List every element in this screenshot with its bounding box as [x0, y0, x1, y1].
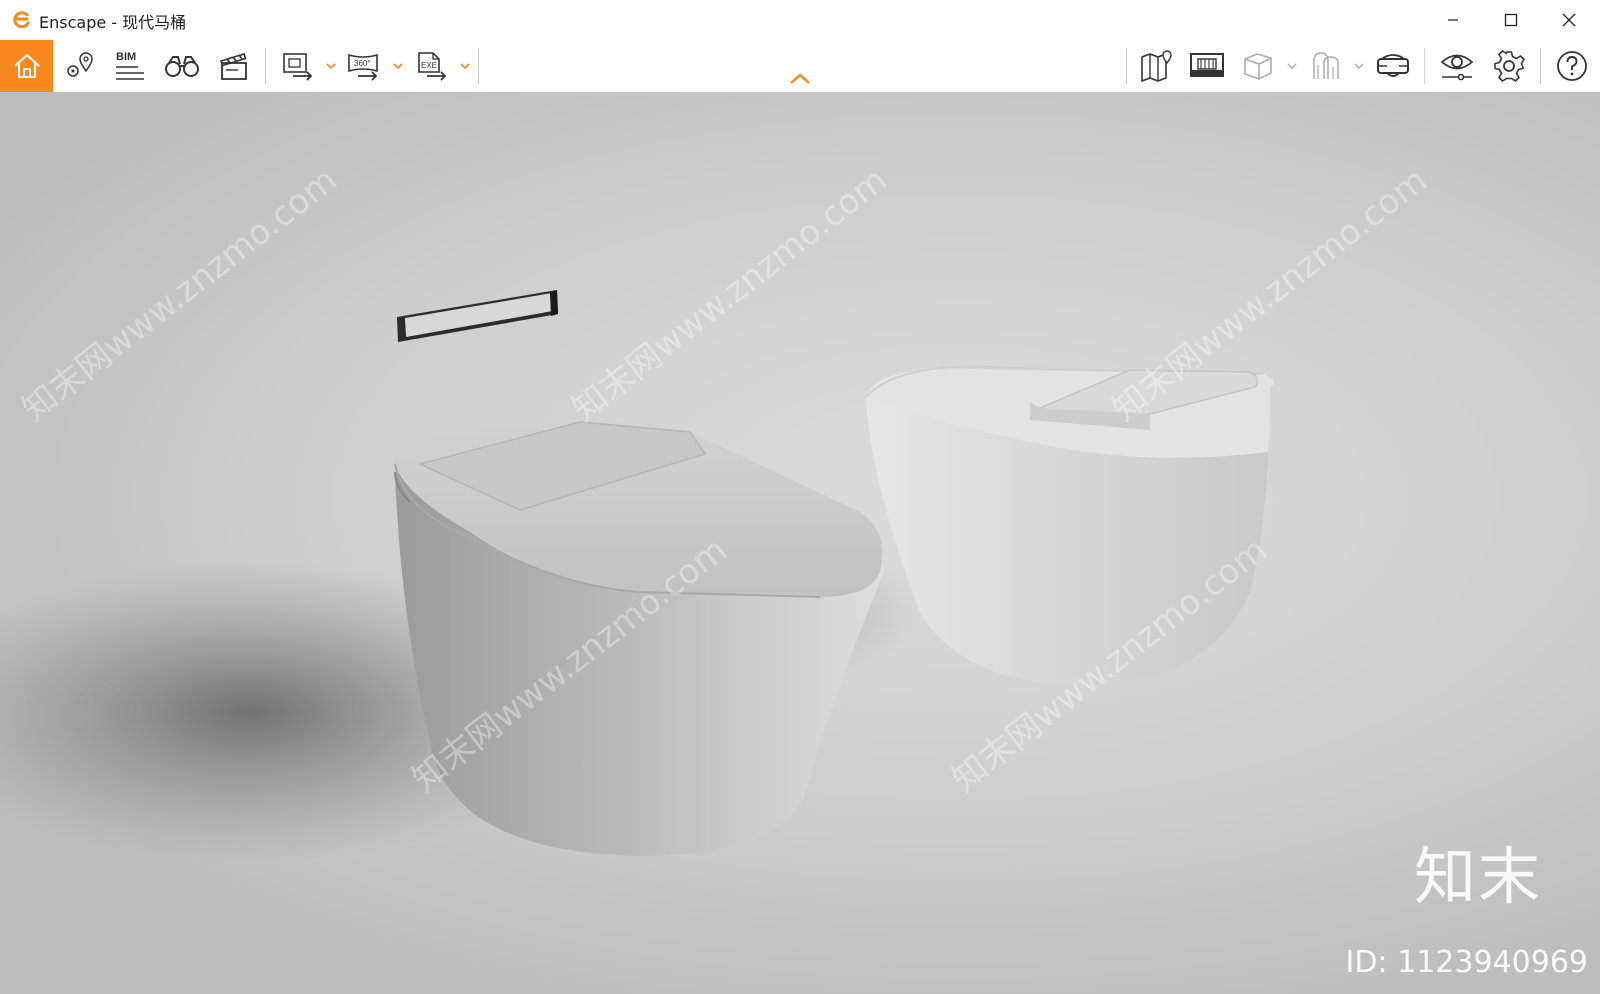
help-icon [1557, 51, 1587, 81]
watermark-brand: 知末 [1413, 840, 1542, 913]
toolbar-separator [265, 48, 266, 84]
maximize-button[interactable] [1482, 0, 1540, 40]
asset-library-button[interactable] [1186, 40, 1228, 92]
maximize-icon [1504, 13, 1518, 27]
home-button[interactable] [0, 40, 53, 92]
close-button[interactable] [1540, 0, 1598, 40]
toolbar-separator [1126, 48, 1127, 84]
watermark-id: ID: 1123940969 [1345, 945, 1588, 980]
ghost-mode-dropdown-icon[interactable] [1353, 60, 1365, 72]
binoculars-icon [165, 56, 199, 77]
toilet-model-left [394, 421, 884, 856]
settings-button[interactable] [1488, 40, 1530, 92]
cube-view-button[interactable] [1238, 40, 1278, 92]
map-button[interactable] [1136, 40, 1178, 92]
exe-export-button[interactable]: EXE [412, 40, 452, 92]
clapperboard-icon [219, 53, 247, 80]
control-panel-model [397, 290, 558, 342]
cube-view-dropdown-icon[interactable] [1286, 60, 1298, 72]
exe-dropdown-icon[interactable] [459, 60, 471, 72]
render-export-dropdown-icon[interactable] [325, 60, 337, 72]
minimize-icon [1448, 19, 1458, 21]
panorama-export-icon: 360° [348, 53, 378, 81]
home-icon [13, 54, 40, 78]
render-viewport[interactable]: 知末网www.znzmo.com 知末网www.znzmo.com 知末网www… [0, 92, 1600, 994]
render-export-icon [283, 53, 313, 81]
bim-button[interactable]: BIM [108, 40, 152, 92]
collapse-toolbar-chevron-up-icon[interactable] [789, 72, 811, 86]
render-export-button[interactable] [278, 40, 318, 92]
exe-label: EXE [421, 61, 437, 70]
ghost-mode-icon [1313, 52, 1339, 79]
asset-library-icon [1190, 53, 1224, 77]
panorama-label: 360° [354, 59, 371, 68]
title-bar: Enscape - 现代马桶 [0, 0, 1600, 40]
toolbar-separator [1540, 48, 1541, 84]
vr-headset-button[interactable] [1372, 40, 1414, 92]
bim-icon: BIM [116, 51, 144, 80]
panorama-dropdown-icon[interactable] [392, 60, 404, 72]
minimize-button[interactable] [1424, 0, 1482, 40]
cube-view-icon [1244, 53, 1272, 80]
visual-settings-icon [1440, 54, 1474, 81]
map-icon [1141, 50, 1172, 83]
vr-headset-icon [1377, 54, 1409, 77]
close-icon [1562, 13, 1576, 27]
binoculars-button[interactable] [160, 40, 204, 92]
video-editor-button[interactable] [212, 40, 256, 92]
main-toolbar: BIM 360° EXE [0, 40, 1600, 93]
location-pin-icon [67, 52, 93, 77]
help-button[interactable] [1550, 40, 1594, 92]
toolbar-separator [1424, 48, 1425, 84]
settings-icon [1494, 50, 1525, 82]
toolbar-separator [478, 48, 479, 84]
exe-export-icon: EXE [418, 52, 447, 81]
window-title: Enscape - 现代马桶 [39, 13, 187, 32]
toilet-model-right [865, 365, 1274, 686]
panorama-export-button[interactable]: 360° [344, 40, 384, 92]
visual-settings-button[interactable] [1436, 40, 1478, 92]
location-button[interactable] [59, 40, 103, 92]
ghost-mode-button[interactable] [1306, 40, 1346, 92]
bim-label: BIM [116, 51, 136, 63]
enscape-logo-icon [13, 11, 30, 29]
